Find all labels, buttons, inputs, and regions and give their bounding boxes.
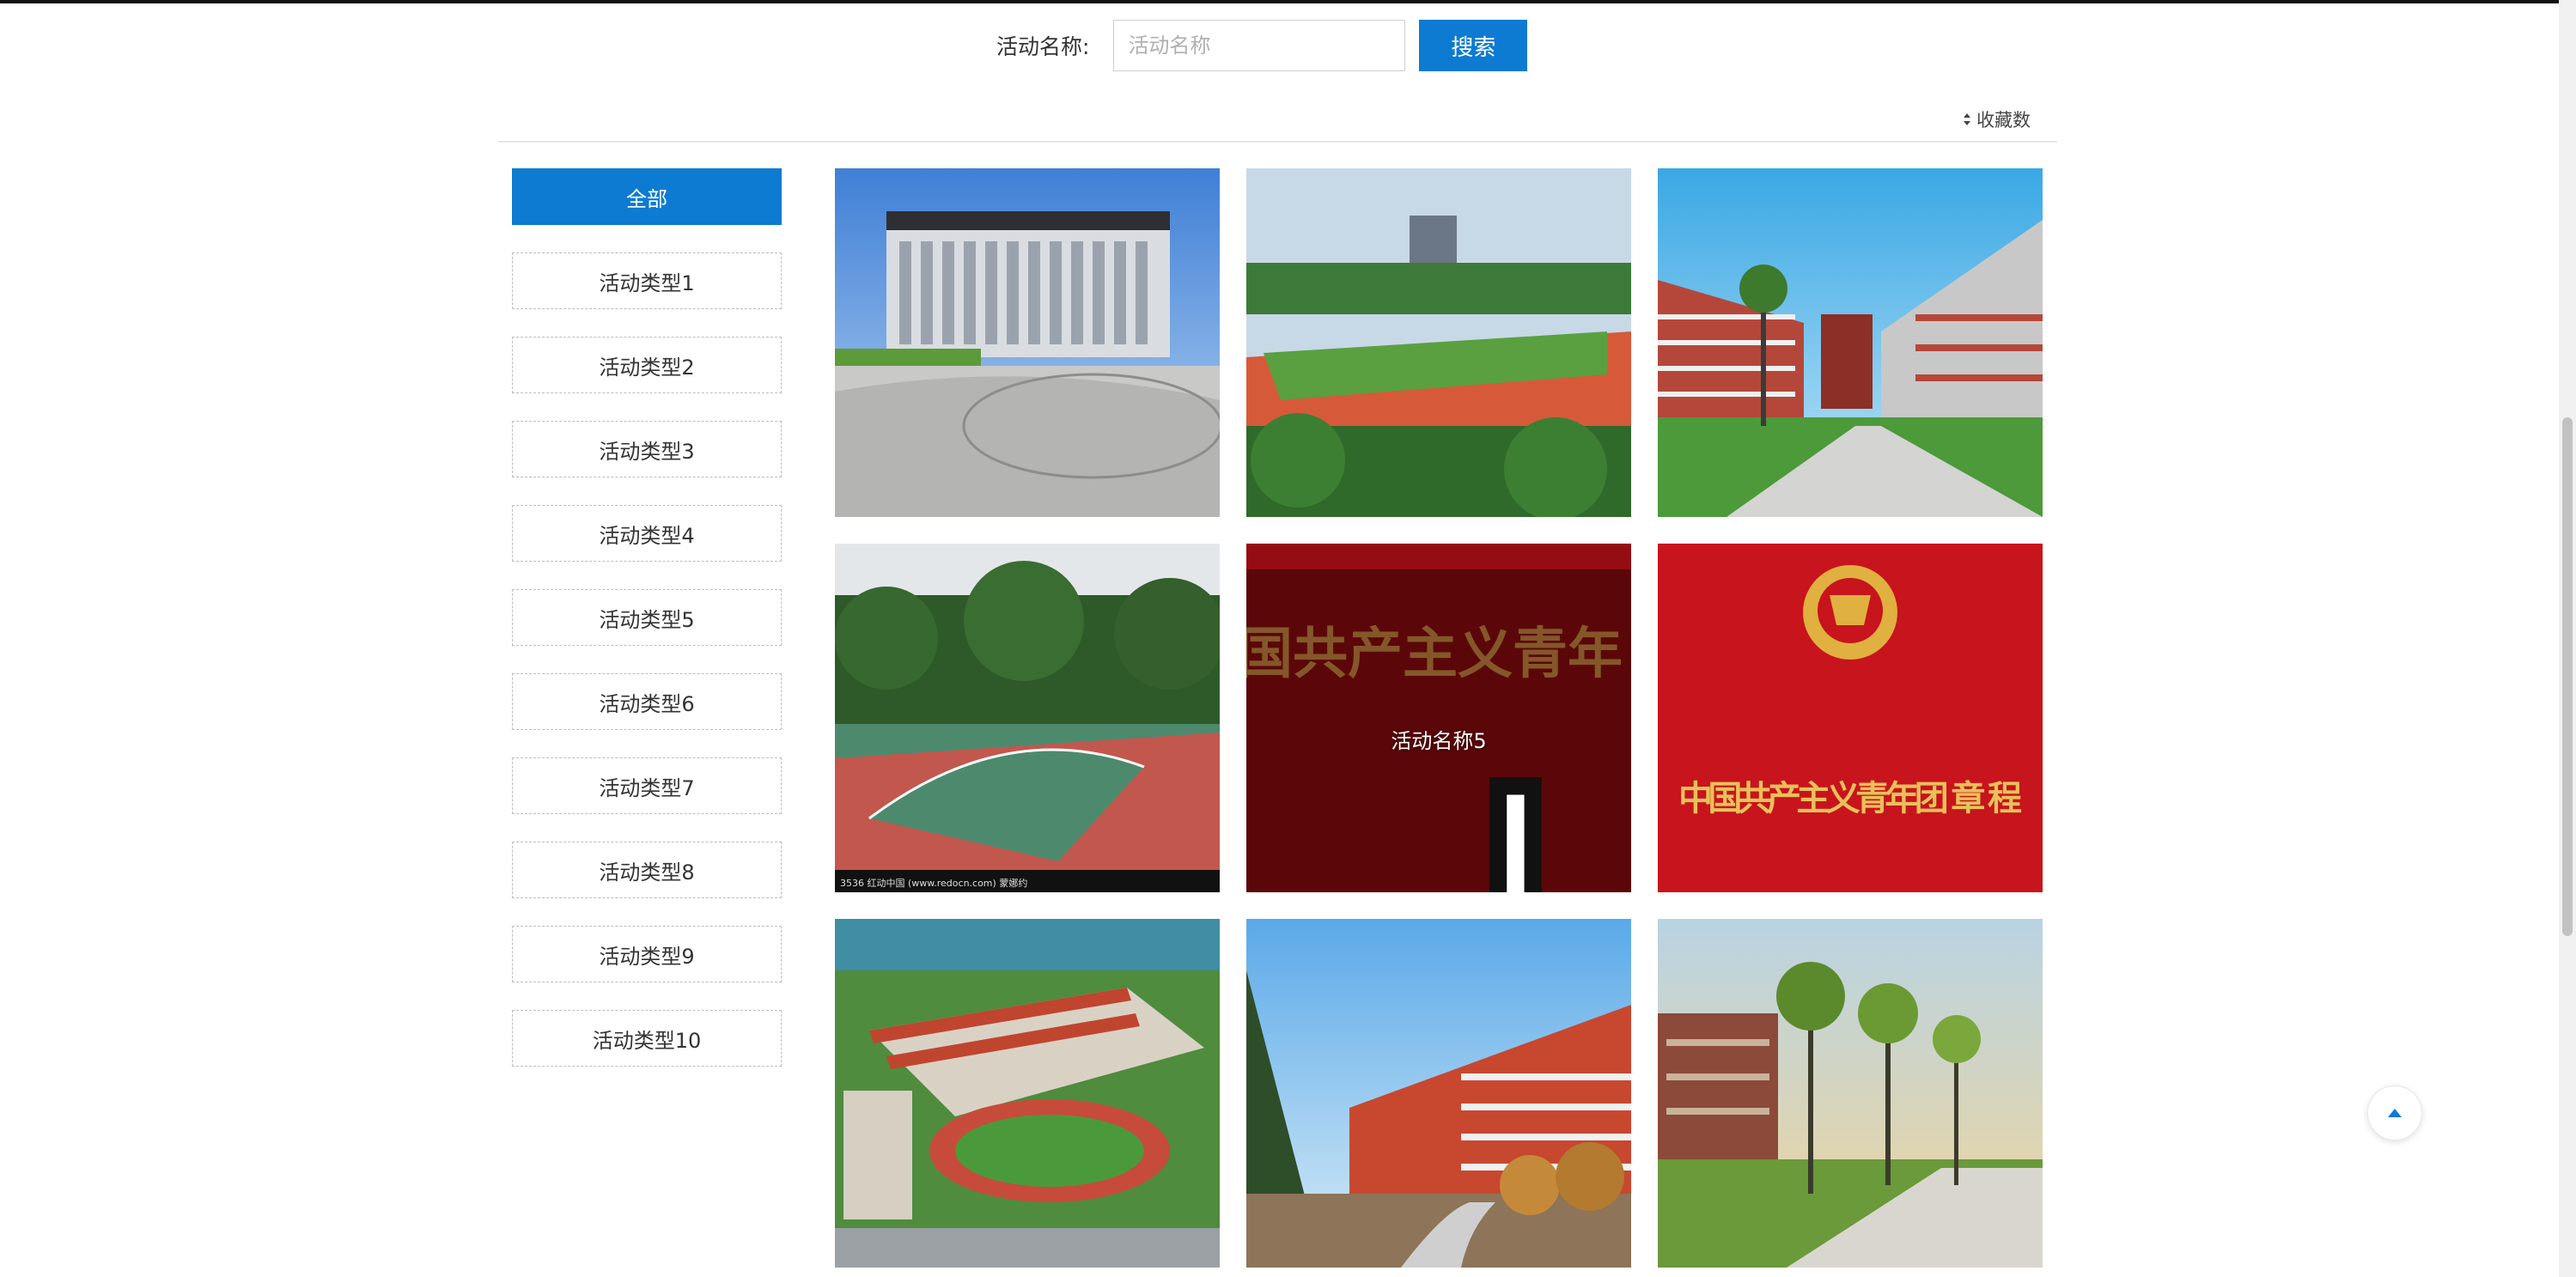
activity-card[interactable] [835, 168, 1220, 517]
youth-league-charter-image: 中国共产主义青年团 章 程 [1658, 544, 2043, 892]
activity-title[interactable]: 活动名称5 [1246, 724, 1631, 754]
tree-lined-campus-image [1658, 919, 2043, 1268]
activity-card[interactable]: 中国共产主义青年团 章 程 [1658, 544, 2043, 892]
arrow-up-icon [2388, 1109, 2402, 1117]
top-border [0, 0, 2576, 3]
aerial-campus-image [835, 919, 1220, 1268]
sports-field-image [1246, 168, 1631, 517]
category-item-all[interactable]: 全部 [512, 168, 782, 225]
activity-card-hovered[interactable]: 国共产主义青年 章 程 活动名称5 [1246, 544, 1631, 892]
search-button[interactable]: 搜索 [1419, 20, 1528, 71]
category-item[interactable]: 活动类型7 [512, 757, 782, 814]
category-item[interactable]: 活动类型2 [512, 337, 782, 393]
sort-icon [1963, 112, 1971, 126]
activity-grid: 3536 红动中国 (www.redocn.com) 蒙娜约 国共产主义青年 章… [835, 168, 2043, 1268]
activity-card[interactable]: 3536 红动中国 (www.redocn.com) 蒙娜约 [835, 544, 1220, 892]
sort-by-favorites[interactable]: 收藏数 [1963, 106, 2031, 132]
search-bar: 活动名称: 搜索 [996, 19, 1528, 72]
activity-card[interactable] [835, 919, 1220, 1268]
mouse-cursor-icon [1489, 777, 1542, 892]
scrollbar-thumb[interactable] [2562, 417, 2573, 936]
school-courtyard-image [1658, 168, 2043, 517]
activity-card[interactable] [1246, 919, 1631, 1268]
charter-heading: 中国共产主义青年团 章 程 [1678, 778, 2022, 818]
activity-name-search-input[interactable] [1113, 20, 1406, 71]
modern-campus-building-image [835, 168, 1220, 517]
category-item[interactable]: 活动类型5 [512, 589, 782, 646]
category-item[interactable]: 活动类型9 [512, 926, 782, 982]
search-label: 活动名称: [996, 34, 1090, 59]
category-item[interactable]: 活动类型10 [512, 1010, 782, 1067]
activity-card[interactable] [1246, 168, 1631, 517]
divider [498, 141, 2057, 143]
sort-label: 收藏数 [1976, 110, 2031, 131]
category-item[interactable]: 活动类型8 [512, 842, 782, 898]
category-item[interactable]: 活动类型1 [512, 252, 782, 309]
category-item[interactable]: 活动类型3 [512, 421, 782, 477]
activity-card[interactable] [1658, 919, 2043, 1268]
category-sidebar: 全部 活动类型1 活动类型2 活动类型3 活动类型4 活动类型5 活动类型6 活… [512, 168, 782, 1094]
back-to-top-button[interactable] [2367, 1085, 2422, 1140]
category-item[interactable]: 活动类型6 [512, 673, 782, 730]
page-scrollbar[interactable] [2559, 0, 2576, 1277]
basketball-court-image: 3536 红动中国 (www.redocn.com) 蒙娜约 [835, 544, 1220, 892]
activity-card[interactable] [1658, 168, 2043, 517]
category-item[interactable]: 活动类型4 [512, 505, 782, 562]
image-caption: 3536 红动中国 (www.redocn.com) 蒙娜约 [840, 877, 1027, 889]
school-building-image [1246, 919, 1631, 1268]
